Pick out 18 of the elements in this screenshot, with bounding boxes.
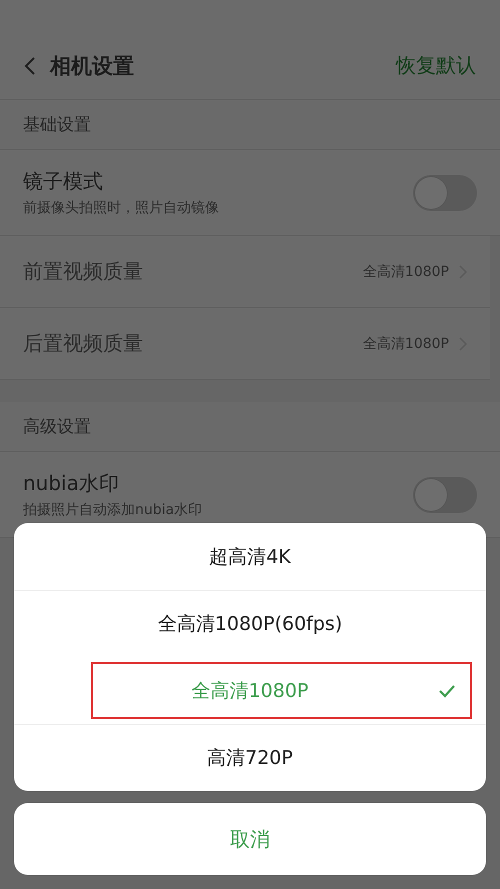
setting-value: 全高清1080P <box>362 334 449 352</box>
setting-label: 镜子模式 <box>23 168 104 195</box>
section-heading: 基础设置 <box>23 114 91 136</box>
setting-label: 前置视频质量 <box>23 258 144 285</box>
back-icon[interactable] <box>24 56 36 76</box>
quality-option[interactable]: 高清720P <box>14 724 486 791</box>
setting-description: 前摄像头拍照时，照片自动镜像 <box>23 199 220 217</box>
section-heading: 高级设置 <box>23 416 91 438</box>
toggle-switch[interactable] <box>413 476 477 512</box>
toggle-switch[interactable] <box>413 174 477 210</box>
checkmark-icon <box>438 684 456 698</box>
quality-option[interactable]: 超高清4K <box>14 523 486 590</box>
setting-label: nubia水印 <box>23 470 120 497</box>
quality-option[interactable]: 全高清1080P(60fps) <box>14 590 486 657</box>
setting-label: 后置视频质量 <box>23 330 144 357</box>
page-title: 相机设置 <box>50 52 135 80</box>
setting-value: 全高清1080P <box>362 262 449 280</box>
setting-description: 拍摄照片自动添加nubia水印 <box>23 501 204 519</box>
